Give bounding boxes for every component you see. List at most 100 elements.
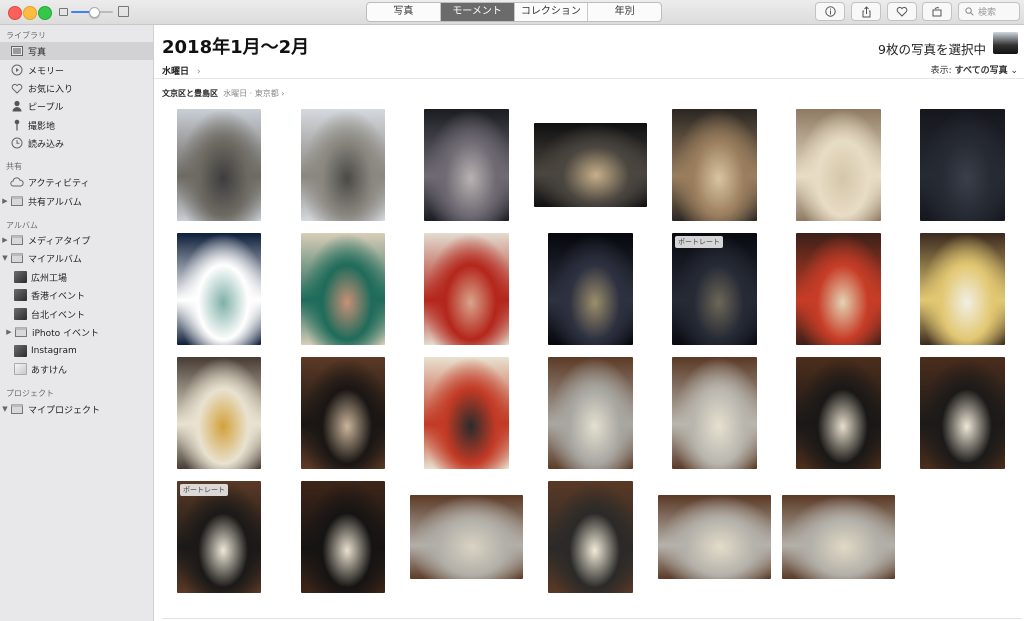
photo-thumbnail[interactable] (548, 357, 633, 469)
photo-thumbnail[interactable]: ポートレート (177, 481, 261, 593)
sidebar-item-media-types[interactable]: ▶ メディアタイプ (0, 231, 153, 249)
album-thumbnail (14, 345, 27, 357)
info-button[interactable] (815, 2, 845, 21)
small-thumbnail-icon (59, 8, 68, 16)
sidebar-item-album[interactable]: 台北イベント (0, 305, 153, 323)
album-thumbnail (14, 363, 27, 375)
sidebar-item-label: 撮影地 (28, 121, 56, 132)
photo-thumbnail[interactable] (920, 109, 1005, 221)
zoom-slider[interactable] (71, 7, 113, 18)
portrait-badge: ポートレート (180, 484, 228, 496)
sidebar-item-label: お気に入り (28, 84, 74, 95)
sidebar-item-photos[interactable]: 写真 (0, 42, 153, 60)
sidebar-item-imports[interactable]: 読み込み (0, 134, 153, 152)
sidebar-item-label: 共有アルバム (28, 197, 82, 208)
photo-thumbnail[interactable] (301, 481, 385, 593)
sidebar-item-label: メモリー (28, 66, 65, 77)
sidebar-item-label: マイアルバム (28, 254, 82, 265)
sidebar-item-album[interactable]: あすけん (0, 360, 153, 378)
photo-thumbnail[interactable] (796, 357, 881, 469)
sidebar-item-label: あすけん (31, 365, 68, 376)
tab-moments[interactable]: モーメント (440, 3, 515, 21)
photo-thumbnail[interactable] (424, 233, 509, 345)
sidebar-item-label: 写真 (28, 47, 47, 58)
photo-thumbnail[interactable] (177, 109, 261, 221)
photo-thumbnail[interactable] (534, 123, 647, 207)
photo-thumbnail[interactable] (920, 233, 1005, 345)
sidebar-item-my-albums[interactable]: ▼ マイアルバム (0, 249, 153, 267)
sidebar-item-label: ピープル (28, 102, 64, 113)
photo-thumbnail[interactable] (177, 357, 261, 469)
person-icon (10, 99, 24, 113)
photo-thumbnail[interactable]: ポートレート (672, 233, 757, 345)
sidebar-item-label: 読み込み (28, 139, 65, 150)
sidebar-section-shared: 共有 (6, 162, 22, 171)
tab-collections[interactable]: コレクション (515, 3, 589, 21)
window-toolbar: 写真 モーメント コレクション 年別 検索 (0, 0, 1024, 25)
sidebar-item-activity[interactable]: アクティビティ (0, 173, 153, 191)
sidebar-item-album[interactable]: 香港イベント (0, 286, 153, 304)
photo-thumbnail[interactable] (796, 109, 881, 221)
sidebar-section-library: ライブラリ (6, 31, 46, 40)
photo-thumbnail[interactable] (301, 233, 385, 345)
sidebar-item-label: iPhoto イベント (32, 328, 100, 339)
photo-thumbnail[interactable] (672, 109, 757, 221)
divider (162, 618, 1022, 619)
sidebar-item-label: Instagram (31, 346, 77, 356)
photo-thumbnail[interactable] (301, 357, 385, 469)
view-segmented-control: 写真 モーメント コレクション 年別 (366, 2, 662, 22)
portrait-badge: ポートレート (675, 236, 723, 248)
photos-icon (10, 44, 24, 58)
minimize-window-button[interactable] (23, 6, 37, 20)
photo-thumbnail[interactable] (796, 233, 881, 345)
sidebar-item-memories[interactable]: メモリー (0, 61, 153, 79)
photo-thumbnail[interactable] (424, 357, 509, 469)
search-field[interactable]: 検索 (958, 2, 1020, 21)
photo-thumbnail[interactable] (672, 357, 757, 469)
rotate-button[interactable] (922, 2, 952, 21)
disclosure-triangle-icon[interactable]: ▶ (0, 197, 10, 205)
photo-thumbnail[interactable] (920, 357, 1005, 469)
photo-thumbnail[interactable] (548, 481, 633, 593)
memories-icon (10, 63, 24, 77)
sidebar: ライブラリ 写真 メモリー お気に入り ピープル 撮影地 読み込み 共有 アクテ… (0, 25, 154, 621)
favorite-button[interactable] (887, 2, 917, 21)
photo-thumbnail[interactable] (548, 233, 633, 345)
sidebar-item-places[interactable]: 撮影地 (0, 116, 153, 134)
large-thumbnail-icon (118, 6, 129, 17)
photo-thumbnail[interactable] (782, 495, 895, 579)
tab-years[interactable]: 年別 (588, 3, 661, 21)
sidebar-item-album[interactable]: Instagram (0, 342, 153, 360)
disclosure-triangle-open-icon[interactable]: ▼ (0, 405, 10, 413)
photo-thumbnail[interactable] (410, 495, 523, 579)
sidebar-item-album[interactable]: 広州工場 (0, 268, 153, 286)
photo-thumbnail[interactable] (177, 233, 261, 345)
zoom-slider-knob[interactable] (89, 7, 101, 18)
close-window-button[interactable] (8, 6, 22, 20)
zoom-window-button[interactable] (38, 6, 52, 20)
disclosure-triangle-icon[interactable]: ▶ (0, 236, 10, 244)
sidebar-item-label: マイプロジェクト (28, 405, 101, 416)
sidebar-item-label: 香港イベント (31, 291, 86, 302)
sidebar-item-shared-albums[interactable]: ▶ 共有アルバム (0, 192, 153, 210)
share-button[interactable] (851, 2, 881, 21)
sidebar-item-label: アクティビティ (28, 178, 90, 189)
disclosure-triangle-icon[interactable]: ▶ (4, 328, 14, 336)
sidebar-item-label: メディアタイプ (28, 236, 91, 247)
share-icon (862, 5, 870, 17)
photo-thumbnail[interactable] (658, 495, 771, 579)
pin-icon (10, 118, 24, 132)
sidebar-item-iphoto-events[interactable]: ▶ iPhoto イベント (0, 323, 153, 341)
tab-photos[interactable]: 写真 (367, 3, 441, 21)
album-thumbnail (14, 289, 27, 301)
sidebar-item-favorites[interactable]: お気に入り (0, 79, 153, 97)
folder-icon (14, 325, 28, 339)
clock-icon (10, 136, 24, 150)
folder-icon (10, 402, 24, 416)
sidebar-item-people[interactable]: ピープル (0, 97, 153, 115)
photo-thumbnail[interactable] (301, 109, 385, 221)
photo-thumbnail[interactable] (424, 109, 509, 221)
disclosure-triangle-open-icon[interactable]: ▼ (0, 254, 10, 262)
sidebar-item-my-projects[interactable]: ▼ マイプロジェクト (0, 400, 153, 418)
sidebar-item-label: 広州工場 (31, 273, 68, 284)
